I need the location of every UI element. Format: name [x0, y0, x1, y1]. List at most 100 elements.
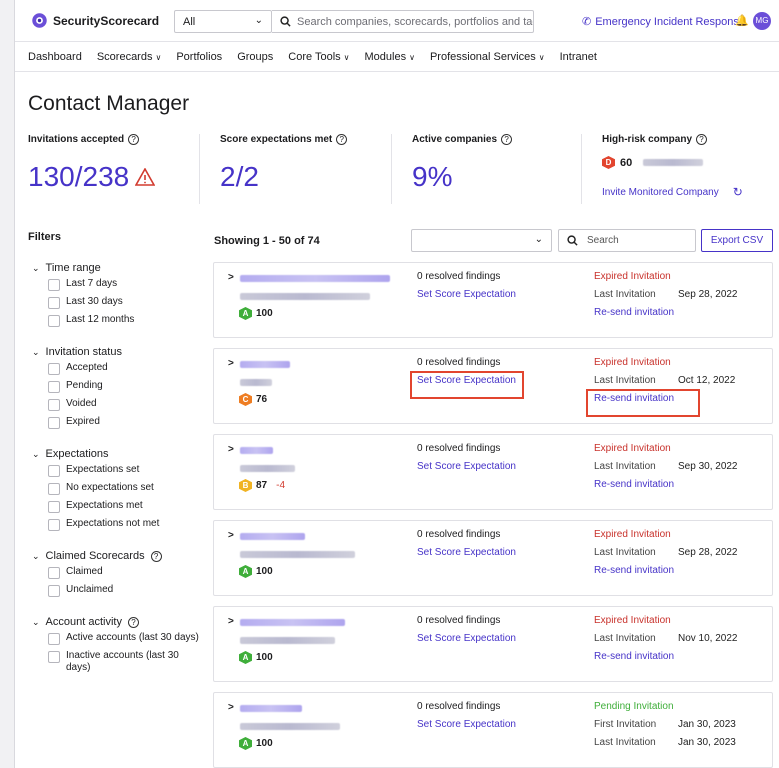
nav-item-dashboard[interactable]: Dashboard — [28, 51, 82, 63]
nav-item-core-tools[interactable]: Core Tools ∨ — [288, 51, 349, 63]
filter-checkbox[interactable] — [48, 651, 60, 663]
set-score-expectation-link[interactable]: Set Score Expectation — [417, 289, 516, 300]
grade-badge: A — [239, 737, 252, 750]
avatar[interactable]: MG — [753, 12, 771, 30]
chevron-right-icon[interactable]: > — [228, 616, 234, 627]
filter-option[interactable]: Claimed — [48, 566, 203, 584]
filter-checkbox[interactable] — [48, 297, 60, 309]
filter-checkbox[interactable] — [48, 633, 60, 645]
set-score-expectation-link[interactable]: Set Score Expectation — [417, 633, 516, 644]
filter-option[interactable]: Inactive accounts (last 30 days) — [48, 650, 203, 674]
help-icon[interactable]: ? — [127, 616, 139, 628]
sort-select[interactable]: ⌄ — [411, 229, 552, 252]
filter-option[interactable]: Last 7 days — [48, 278, 203, 296]
redacted-company-domain — [240, 379, 272, 386]
help-icon[interactable]: ? — [336, 134, 348, 145]
refresh-icon[interactable]: ↻ — [733, 185, 743, 199]
filter-checkbox[interactable] — [48, 585, 60, 597]
resolved-findings: 0 resolved findings — [417, 271, 501, 282]
redacted-company-name[interactable] — [240, 275, 390, 282]
resend-invitation-link[interactable]: Re-send invitation — [594, 479, 674, 490]
logo[interactable]: SecurityScorecard — [31, 12, 159, 29]
filter-option[interactable]: Active accounts (last 30 days) — [48, 632, 203, 650]
nav-item-modules[interactable]: Modules ∨ — [365, 51, 415, 63]
global-search-input[interactable]: Search companies, scorecards, portfolios… — [272, 10, 534, 33]
help-icon[interactable]: ? — [128, 134, 140, 145]
company-card[interactable]: > A 100 0 resolved findings Set Score Expect… — [213, 262, 773, 338]
filter-option[interactable]: No expectations set — [48, 482, 203, 500]
nav-item-label: Dashboard — [28, 50, 82, 63]
filter-checkbox[interactable] — [48, 501, 60, 513]
bell-icon[interactable]: 🔔 — [735, 14, 749, 27]
redacted-company-name[interactable] — [240, 533, 305, 540]
help-icon[interactable]: ? — [696, 134, 708, 145]
invitation-status: Pending Invitation — [594, 701, 674, 712]
filter-group-header[interactable]: ⌄ Account activity? — [32, 616, 203, 628]
filter-checkbox[interactable] — [48, 465, 60, 477]
chevron-down-icon: ⌄ — [32, 550, 40, 561]
redacted-company-name[interactable] — [240, 447, 273, 454]
stat-active-label: Active companies — [412, 134, 498, 145]
filter-option[interactable]: Last 30 days — [48, 296, 203, 314]
filter-checkbox[interactable] — [48, 279, 60, 291]
company-card[interactable]: > A 100 0 resolved findings Set Score Expect… — [213, 692, 773, 768]
set-score-expectation-link[interactable]: Set Score Expectation — [417, 719, 516, 730]
filter-checkbox[interactable] — [48, 483, 60, 495]
help-icon[interactable]: ? — [150, 550, 162, 562]
list-search-input[interactable]: Search — [558, 229, 696, 252]
company-card[interactable]: > A 100 0 resolved findings Set Score Expect… — [213, 520, 773, 596]
filter-checkbox[interactable] — [48, 363, 60, 375]
nav-item-portfolios[interactable]: Portfolios — [176, 51, 222, 63]
filter-option[interactable]: Expired — [48, 416, 203, 434]
filter-checkbox[interactable] — [48, 417, 60, 429]
resolved-findings: 0 resolved findings — [417, 443, 501, 454]
filter-option[interactable]: Expectations met — [48, 500, 203, 518]
filter-checkbox[interactable] — [48, 519, 60, 531]
filter-checkbox[interactable] — [48, 381, 60, 393]
invitation-date-row: Last Invitation Sep 30, 2022 — [594, 461, 738, 472]
nav-item-scorecards[interactable]: Scorecards ∨ — [97, 51, 162, 63]
redacted-company-name[interactable] — [240, 361, 290, 368]
filter-group-header[interactable]: ⌄ Claimed Scorecards? — [32, 550, 203, 562]
redacted-company-name[interactable] — [240, 619, 345, 626]
filter-option[interactable]: Voided — [48, 398, 203, 416]
filter-option[interactable]: Unclaimed — [48, 584, 203, 602]
export-csv-button[interactable]: Export CSV — [701, 229, 773, 252]
filter-option[interactable]: Expectations not met — [48, 518, 203, 536]
score-value: 100 — [256, 652, 273, 663]
chevron-right-icon[interactable]: > — [228, 358, 234, 369]
filter-group-header[interactable]: ⌄ Time range — [32, 262, 203, 274]
filter-option[interactable]: Pending — [48, 380, 203, 398]
nav-item-intranet[interactable]: Intranet — [560, 51, 597, 63]
resend-invitation-link[interactable]: Re-send invitation — [594, 565, 674, 576]
chevron-right-icon[interactable]: > — [228, 702, 234, 713]
set-score-expectation-link[interactable]: Set Score Expectation — [417, 461, 516, 472]
filter-option[interactable]: Accepted — [48, 362, 203, 380]
chevron-right-icon[interactable]: > — [228, 272, 234, 283]
filter-checkbox[interactable] — [48, 567, 60, 579]
filter-option[interactable]: Expectations set — [48, 464, 203, 482]
company-card[interactable]: > B 87 -4 0 resolved findings Set Score Expec… — [213, 434, 773, 510]
filter-option-label: Inactive accounts (last 30 days) — [66, 650, 179, 673]
redacted-company-name[interactable] — [240, 705, 302, 712]
high-risk-company[interactable]: D 60 — [602, 156, 743, 169]
company-card[interactable]: > A 100 0 resolved findings Set Score Expect… — [213, 606, 773, 682]
help-icon[interactable]: ? — [501, 134, 513, 145]
emergency-incident-response-link[interactable]: ✆ Emergency Incident Response — [582, 15, 745, 29]
filter-group-header[interactable]: ⌄ Invitation status — [32, 346, 203, 358]
search-scope-select[interactable]: All ⌄ — [174, 10, 272, 33]
filter-checkbox[interactable] — [48, 399, 60, 411]
filter-checkbox[interactable] — [48, 315, 60, 327]
resend-invitation-link[interactable]: Re-send invitation — [594, 651, 674, 662]
chevron-right-icon[interactable]: > — [228, 444, 234, 455]
set-score-expectation-link[interactable]: Set Score Expectation — [417, 547, 516, 558]
resend-invitation-link[interactable]: Re-send invitation — [594, 307, 674, 318]
stat-high-risk: High-risk company? D 60 Invite Monitored… — [602, 134, 743, 199]
filter-option[interactable]: Last 12 months — [48, 314, 203, 332]
filter-group-header[interactable]: ⌄ Expectations — [32, 448, 203, 460]
chevron-right-icon[interactable]: > — [228, 530, 234, 541]
nav-item-professional-services[interactable]: Professional Services ∨ — [430, 51, 545, 63]
invitation-date-row: Last Invitation Oct 12, 2022 — [594, 375, 735, 386]
invite-monitored-company-link[interactable]: Invite Monitored Company ↻ — [602, 185, 743, 199]
nav-item-groups[interactable]: Groups — [237, 51, 273, 63]
